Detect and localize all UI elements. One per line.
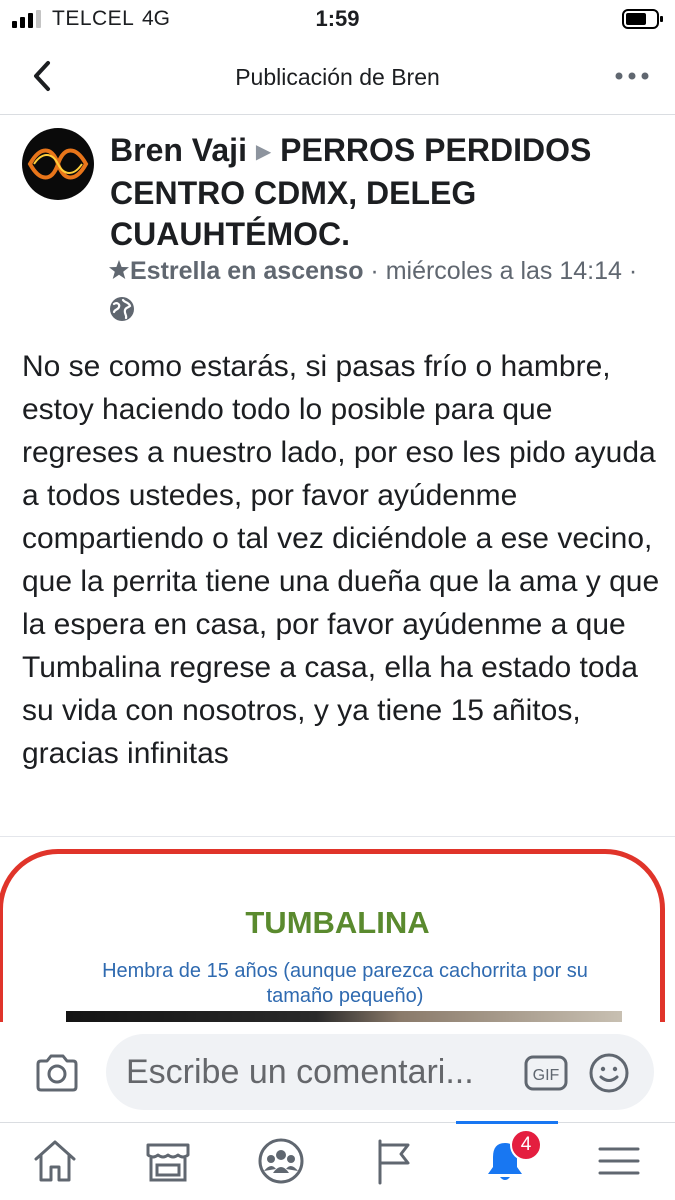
globe-icon [110,297,134,321]
marketplace-icon[interactable] [143,1137,193,1185]
status-time: 1:59 [315,6,360,31]
meta-separator: · [628,257,638,285]
battery-icon [622,9,663,29]
bottom-tab-bar: 4 [0,1121,675,1200]
comment-input[interactable]: Escribe un comentari... GIF [106,1034,654,1110]
poster-title: TUMBALINA [245,905,430,940]
home-icon[interactable] [30,1137,80,1185]
groups-icon[interactable] [256,1137,306,1185]
camera-icon[interactable] [34,1052,80,1094]
comment-bar: Escribe un comentari... GIF [0,1022,675,1122]
post-image[interactable]: TUMBALINA Hembra de 15 años (aunque pare… [0,837,675,1024]
post-meta: Estrella en ascenso · miércoles a las 14… [108,252,668,328]
author-badge: Estrella en ascenso [130,257,364,285]
avatar-image [22,128,94,200]
more-horizontal-icon[interactable] [612,68,652,84]
gif-icon[interactable]: GIF [524,1055,568,1091]
star-icon [109,260,129,279]
flag-icon[interactable] [370,1137,420,1185]
comment-placeholder: Escribe un comentari... [126,1053,474,1091]
emoji-icon[interactable] [588,1052,630,1094]
active-tab-indicator [456,1121,558,1124]
triangle-right-icon: ▶ [255,141,272,163]
meta-separator: · [370,257,379,285]
author-name[interactable]: Bren Vaji [110,132,247,168]
post-body: No se como estarás, si pasas frío o hamb… [22,350,660,770]
page-title: Publicación de Bren [235,64,440,90]
menu-icon[interactable] [594,1137,644,1185]
gif-label: GIF [533,1067,560,1084]
post-header: Bren Vaji ▶ PERROS PERDIDOS CENTRO CDMX,… [110,130,655,255]
poster-subtitle: Hembra de 15 años (aunque parezca cachor… [102,960,588,1007]
notification-count-badge: 4 [510,1129,542,1161]
status-bar: TELCEL 4G 1:59 [0,0,675,40]
post-date[interactable]: miércoles a las 14:14 [386,257,622,285]
author-avatar[interactable] [22,128,94,200]
navigation-bar: Publicación de Bren [0,40,675,115]
